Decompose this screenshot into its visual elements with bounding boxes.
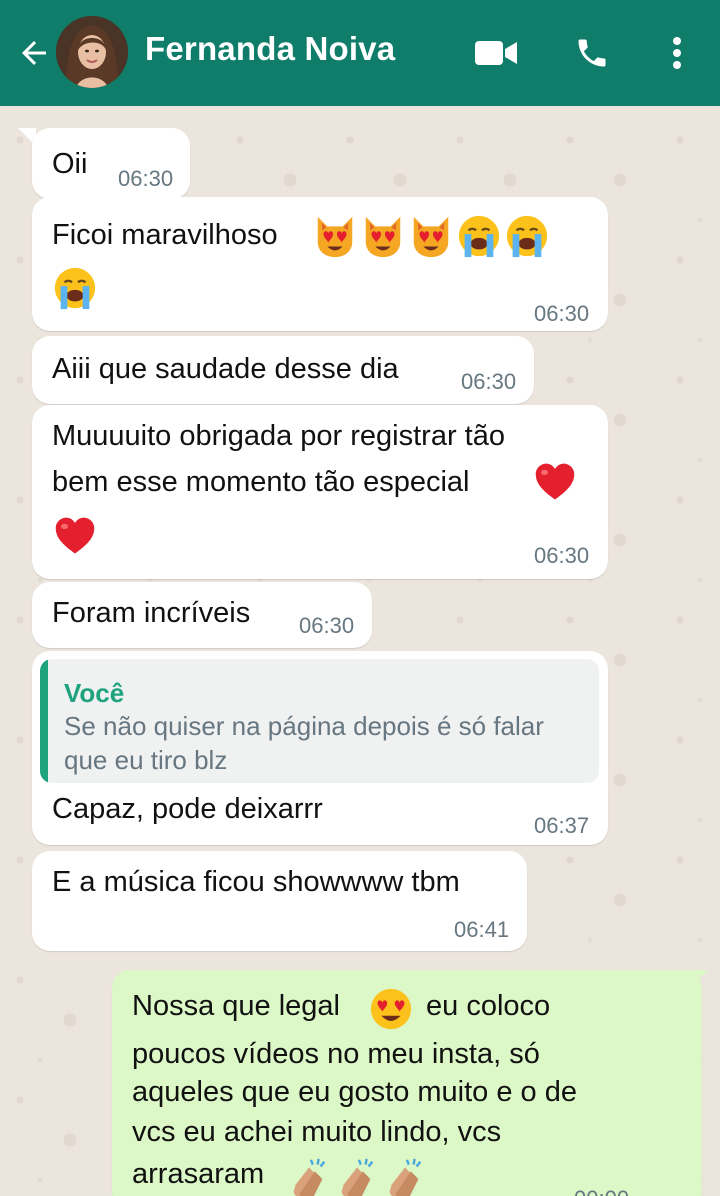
message-text: Oii [52,148,88,180]
loudly-crying-face-emoji [504,213,550,259]
message-text: arrasaram [132,1158,265,1190]
clapping-hands-emoji [382,1156,428,1196]
message-bubble-incoming[interactable]: Aiii que saudade desse dia 06:30 [32,336,534,404]
loudly-crying-face-emoji [456,213,502,259]
message-time: 06:41 [454,917,510,942]
quote-text-line: Se não quiser na página depois é só fala… [64,711,544,741]
message-text: bem esse momento tão especial [52,466,470,498]
phone-call-icon[interactable] [569,30,615,76]
quote-text-line: que eu tiro blz [64,745,228,775]
message-text: Capaz, pode deixarrr [52,793,323,825]
message-text: eu coloco [426,990,551,1022]
message-text: Nossa que legal [132,990,340,1022]
back-arrow-icon[interactable] [14,33,54,73]
quote-accent-bar [40,659,48,783]
message-text: Ficoi maravilhoso [52,219,278,251]
message-time: 06:30 [299,613,355,638]
message-time: 06:30 [534,301,590,326]
heart-eyes-cat-emoji [408,213,454,259]
message-text: E a música ficou showwww tbm [52,866,460,898]
message-time: 06:30 [534,543,590,568]
message-text: Aiii que saudade desse dia [52,353,399,385]
more-options-icon[interactable] [654,30,700,76]
heart-eyes-cat-emoji [360,213,406,259]
message-text: Foram incríveis [52,597,251,629]
red-heart-emoji [52,515,98,557]
message-bubble-incoming[interactable]: E a música ficou showwww tbm 06:41 [32,851,527,951]
loudly-crying-face-emoji [52,265,98,311]
message-bubble-incoming[interactable]: Muuuuito obrigada por registrar tão bem … [32,405,608,579]
message-time: 06:30 [461,369,517,394]
chat-header: Fernanda Noiva [0,0,720,106]
video-call-icon[interactable] [473,30,519,76]
message-text: aqueles que eu gosto muito e o de [132,1076,577,1108]
message-list[interactable]: Oii 06:30 Ficoi maravilhoso 06:30 Aiii q… [0,106,720,1196]
message-time: 06:30 [118,166,174,191]
contact-avatar[interactable] [56,16,128,88]
message-text: vcs eu achei muito lindo, vcs [132,1116,502,1148]
message-bubble-incoming[interactable]: Oii 06:30 [32,128,190,199]
message-bubble-incoming[interactable]: Foram incríveis 06:30 [32,582,372,648]
message-bubble-incoming[interactable]: Ficoi maravilhoso 06:30 [32,197,608,331]
quoted-message[interactable]: Você Se não quiser na página depois é só… [40,659,599,783]
clapping-hands-emoji [334,1156,380,1196]
red-heart-emoji [532,461,578,503]
message-bubble-incoming[interactable]: Você Se não quiser na página depois é só… [32,651,608,845]
contact-name[interactable]: Fernanda Noiva [145,30,395,68]
quote-text: Se não quiser na página depois é só fala… [64,709,584,777]
smiling-face-with-heart-eyes-emoji [368,986,414,1032]
message-bubble-outgoing[interactable]: Nossa que legal eu coloco poucos vídeos … [112,970,702,1196]
message-time: 06:37 [534,813,590,838]
message-text: Muuuuito obrigada por registrar tão [52,420,505,452]
clapping-hands-emoji [286,1156,332,1196]
heart-eyes-cat-emoji [312,213,358,259]
message-time: 00:00 [574,1188,629,1196]
